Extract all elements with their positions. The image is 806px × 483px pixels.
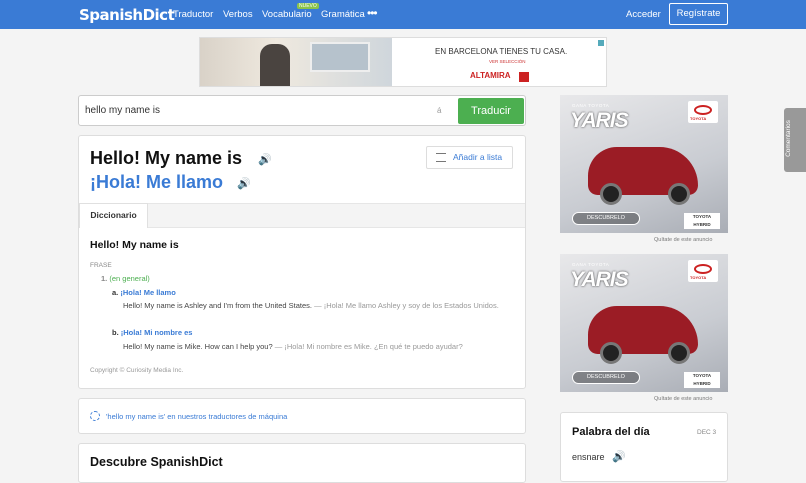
- ad-cta-button[interactable]: DESCUBRELO: [572, 371, 640, 384]
- search-input[interactable]: hello my name is: [85, 105, 160, 116]
- more-menu-icon[interactable]: •••: [367, 6, 378, 20]
- nav-verbos[interactable]: Verbos: [223, 9, 253, 20]
- speaker-icon[interactable]: 🔊: [258, 153, 272, 166]
- nav-traductor[interactable]: Traductor: [173, 9, 213, 20]
- sub-translation[interactable]: ¡Hola! Mi nombre es: [121, 328, 193, 337]
- ad-brand: ALTAMIRA: [470, 71, 511, 80]
- ad-window-image: [310, 42, 370, 72]
- example-dash: —: [274, 342, 283, 351]
- wheel-image: [668, 342, 690, 364]
- ad-model: YARIS: [570, 109, 629, 132]
- toyota-logo-text: TOYOTA: [690, 275, 707, 280]
- remove-ad-link[interactable]: Quítate de este anuncio: [654, 237, 712, 243]
- wotd-title: Palabra del día: [572, 426, 650, 438]
- wheel-image: [668, 183, 690, 205]
- sub-letter: b.: [112, 328, 119, 337]
- sub-letter: a.: [112, 288, 119, 297]
- part-of-speech: FRASE: [90, 262, 112, 269]
- sub-sense-a: a. ¡Hola! Me llamo: [112, 288, 176, 297]
- sense-number: 1.: [101, 274, 108, 283]
- ad-small-text: GANA TOYOTA: [572, 103, 610, 108]
- wheel-image: [600, 342, 622, 364]
- ad-brand-square-icon: [519, 72, 529, 82]
- loading-icon: [90, 411, 100, 421]
- signup-button[interactable]: Regístrate: [669, 3, 728, 25]
- toyota-logo-icon: TOYOTA: [688, 101, 718, 123]
- hybrid-badge: TOYOTA HYBRID: [684, 372, 720, 388]
- sense-context: (en general): [109, 274, 150, 283]
- spanishdict-logo[interactable]: SpanishDict: [79, 6, 175, 24]
- wotd-date: DEC 3: [697, 429, 717, 436]
- ad-subline: VER SELECCIÓN: [489, 59, 526, 64]
- example-en: Hello! My name is Mike. How can I help y…: [123, 342, 273, 351]
- speaker-icon[interactable]: 🔊: [612, 450, 626, 463]
- example-dash: —: [314, 301, 322, 310]
- login-link[interactable]: Acceder: [626, 9, 661, 20]
- copyright: Copyright © Curiosity Media Inc.: [90, 367, 184, 374]
- ad-person-image: [260, 44, 290, 86]
- accent-picker-icon[interactable]: á: [437, 106, 441, 115]
- feedback-label: Comentarios: [784, 120, 792, 157]
- ad-headline: EN BARCELONA TIENES TU CASA.: [435, 47, 568, 56]
- add-to-list-button[interactable]: Añadir a lista: [426, 146, 513, 169]
- hybrid-badge: TOYOTA HYBRID: [684, 213, 720, 229]
- feedback-tab[interactable]: Comentarios: [784, 108, 806, 172]
- example-sentence: Hello! My name is Ashley and I'm from th…: [123, 299, 513, 312]
- sub-translation[interactable]: ¡Hola! Me llamo: [120, 288, 175, 297]
- example-es: ¡Hola! Me llamo Ashley y soy de los Esta…: [323, 301, 499, 310]
- machine-translation-link[interactable]: 'hello my name is' en nuestros traductor…: [106, 412, 287, 421]
- sub-sense-b: b. ¡Hola! Mi nombre es: [112, 328, 192, 337]
- word-of-the-day-card: Palabra del día DEC 3 ensnare 🔊: [560, 412, 728, 482]
- example-es: ¡Hola! Mi nombre es Mike. ¿En qué te pue…: [284, 342, 463, 351]
- list-add-icon: [436, 153, 446, 162]
- sense-1: 1. (en general): [101, 274, 150, 283]
- nav-gramatica[interactable]: Gramática: [321, 9, 365, 20]
- translated-phrase: ¡Hola! Me llamo: [90, 172, 224, 192]
- add-to-list-label: Añadir a lista: [453, 152, 503, 162]
- wheel-image: [600, 183, 622, 205]
- ad-photo: [200, 38, 392, 86]
- discover-card: Descubre SpanishDict: [78, 443, 526, 483]
- speaker-icon[interactable]: 🔊: [237, 177, 251, 190]
- ad-model: YARIS: [570, 268, 629, 291]
- tab-bar: Diccionario: [79, 203, 525, 228]
- ad-small-text: GANA TOYOTA: [572, 262, 610, 267]
- remove-ad-link[interactable]: Quítate de este anuncio: [654, 396, 712, 402]
- translate-button[interactable]: Traducir: [458, 98, 524, 124]
- adchoices-icon[interactable]: [598, 40, 604, 46]
- toyota-logo-text: TOYOTA: [690, 116, 707, 121]
- side-ad[interactable]: GANA TOYOTA YARIS TOYOTA DESCUBRELO TOYO…: [560, 95, 728, 233]
- translation-card: Hello! My name is 🔊 ¡Hola! Me llamo 🔊 Añ…: [78, 135, 526, 389]
- entry-headword: Hello! My name is: [90, 239, 179, 251]
- side-ad[interactable]: GANA TOYOTA YARIS TOYOTA DESCUBRELO TOYO…: [560, 254, 728, 392]
- source-phrase: Hello! My name is: [90, 148, 243, 168]
- wotd-word[interactable]: ensnare: [572, 452, 605, 462]
- example-sentence: Hello! My name is Mike. How can I help y…: [123, 340, 513, 353]
- machine-translation-card[interactable]: 'hello my name is' en nuestros traductor…: [78, 398, 526, 434]
- toyota-logo-icon: TOYOTA: [688, 260, 718, 282]
- ad-cta-button[interactable]: DESCUBRELO: [572, 212, 640, 225]
- search-bar: hello my name is á Traducir: [78, 95, 526, 126]
- example-en: Hello! My name is Ashley and I'm from th…: [123, 301, 313, 310]
- new-badge: NUEVO: [297, 3, 319, 9]
- top-navbar: SpanishDict Traductor Verbos Vocabulario…: [0, 0, 806, 29]
- banner-ad[interactable]: EN BARCELONA TIENES TU CASA. VER SELECCI…: [199, 37, 607, 87]
- nav-vocabulario[interactable]: Vocabulario: [262, 9, 312, 20]
- tab-diccionario[interactable]: Diccionario: [79, 203, 148, 228]
